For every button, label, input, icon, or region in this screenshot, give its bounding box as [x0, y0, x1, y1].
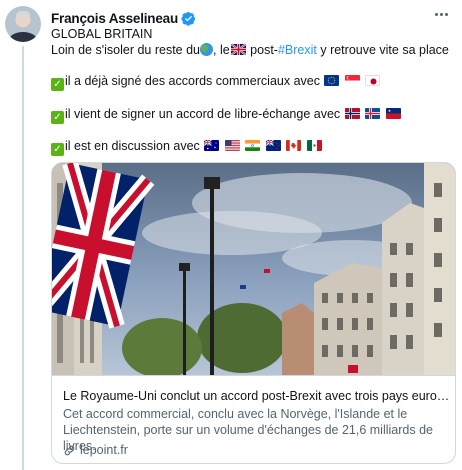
link-preview-meta[interactable]: Le Royaume-Uni conclut un accord post-Br…: [52, 375, 455, 463]
link-icon: [63, 444, 76, 457]
tweet-line-4: ✓ il vient de signer un accord de libre-é…: [51, 106, 402, 124]
link-preview-card[interactable]: Le Royaume-Uni conclut un accord post-Br…: [51, 162, 456, 464]
tweet-text: il est en discussion avec: [65, 139, 200, 153]
verified-badge-icon: [181, 11, 196, 26]
link-preview-image[interactable]: [52, 163, 455, 375]
link-preview-domain[interactable]: lepoint.fr: [63, 442, 128, 458]
tweet-text: il a déjà signé des accords commerciaux …: [65, 74, 320, 88]
flag-india-icon: [245, 140, 261, 151]
check-mark-icon: ✓: [51, 111, 64, 124]
globe-icon: [200, 43, 214, 56]
flag-iceland-icon: [365, 108, 381, 119]
flag-new-zealand-icon: [265, 140, 281, 151]
thread-line: [22, 46, 24, 470]
tweet-line-3: ✓ il a déjà signé des accords commerciaux…: [51, 73, 381, 91]
tweet-line-1: GLOBAL BRITAIN: [51, 27, 153, 41]
flag-japan-icon: [365, 75, 381, 86]
avatar[interactable]: [5, 6, 41, 42]
tweet-text: , le: [213, 43, 230, 57]
hashtag-link[interactable]: #Brexit: [278, 43, 317, 57]
flag-mexico-icon: [306, 140, 322, 151]
tweet-text: y retrouve vite sa place: [316, 43, 449, 57]
tweet-line-2: Loin de s'isoler du reste du , le post-#B…: [51, 42, 449, 58]
tweet-line-5: ✓ il est en discussion avec: [51, 138, 323, 156]
flag-uk-icon: [230, 44, 246, 55]
author-name[interactable]: François Asselineau: [51, 11, 178, 26]
link-domain-text: lepoint.fr: [80, 443, 128, 457]
flag-canada-icon: [286, 140, 302, 151]
flag-australia-icon: [204, 140, 220, 151]
tweet-text: post-: [246, 43, 278, 57]
check-mark-icon: ✓: [51, 143, 64, 156]
tweet-text: Loin de s'isoler du reste du: [51, 43, 201, 57]
flag-singapore-icon: [344, 75, 360, 86]
tweet-header: François Asselineau: [51, 9, 196, 27]
tweet-text: il vient de signer un accord de libre-éc…: [65, 107, 341, 121]
flag-liechtenstein-icon: [385, 108, 401, 119]
check-mark-icon: ✓: [51, 78, 64, 91]
flag-eu-icon: [324, 75, 340, 86]
flag-usa-icon: [224, 140, 240, 151]
flag-norway-icon: [344, 108, 360, 119]
link-preview-title[interactable]: Le Royaume-Uni conclut un accord post-Br…: [63, 388, 451, 404]
more-options-icon[interactable]: [430, 6, 452, 22]
